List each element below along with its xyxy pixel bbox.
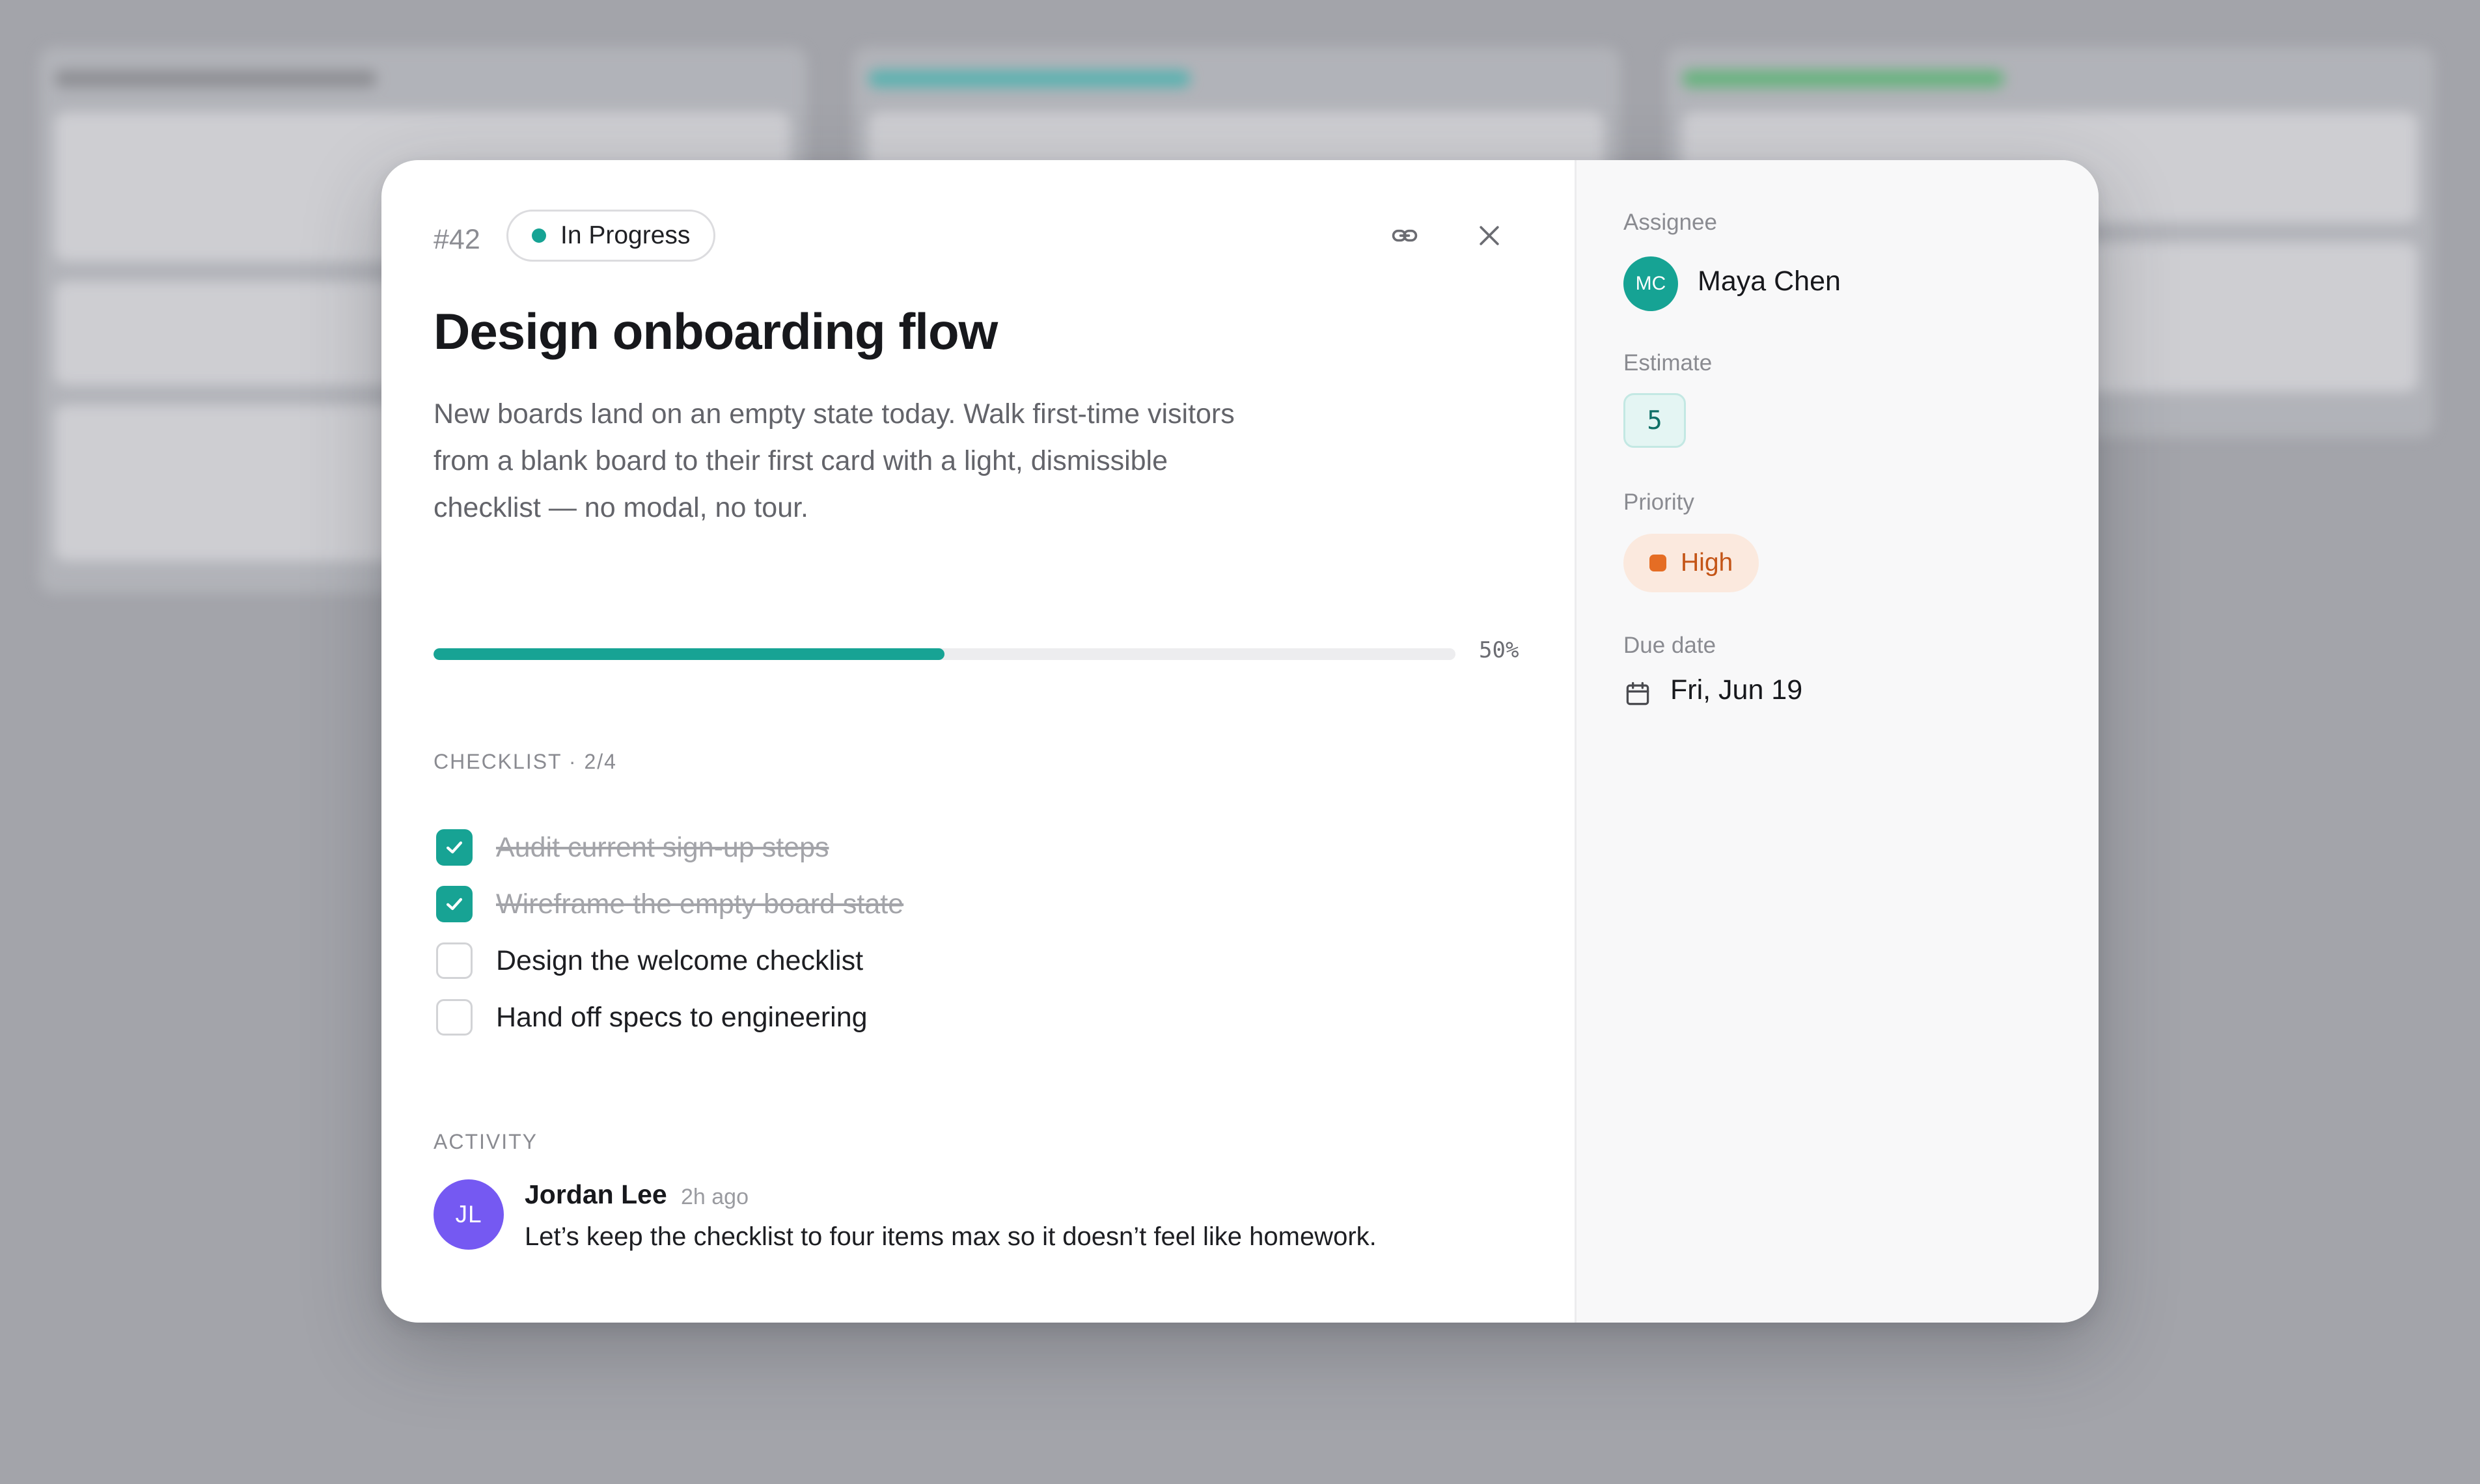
copy-link-button[interactable] xyxy=(1381,212,1428,259)
checklist-progress-fill xyxy=(434,648,944,660)
priority-badge[interactable]: High xyxy=(1623,534,1759,592)
link-icon xyxy=(1392,229,1418,242)
card-properties-panel: Assignee MC Maya Chen Estimate 5 Priorit… xyxy=(1575,160,2099,1323)
column-header-bar xyxy=(55,70,377,87)
status-badge[interactable]: In Progress xyxy=(506,210,716,262)
column-header-bar xyxy=(1682,70,2004,87)
avatar[interactable]: JL xyxy=(434,1179,504,1250)
status-dot-icon xyxy=(532,228,546,243)
activity-header: ACTIVITY xyxy=(434,1130,538,1153)
assignee-label: Assignee xyxy=(1623,210,1717,235)
checklist-item-label: Design the welcome checklist xyxy=(496,944,864,976)
estimate-label: Estimate xyxy=(1623,350,1713,376)
checklist-item[interactable]: Wireframe the empty board state xyxy=(436,885,903,924)
checklist-item[interactable]: Audit current sign-up steps xyxy=(436,828,829,867)
ticket-id: #42 xyxy=(434,224,480,255)
checklist-item-label: Hand off specs to engineering xyxy=(496,1001,868,1033)
checklist-progress-label: 50% xyxy=(1479,637,1519,663)
priority-label: Priority xyxy=(1623,489,1694,515)
comment-author: Jordan Lee xyxy=(525,1179,667,1209)
comment-timestamp: 2h ago xyxy=(681,1185,749,1209)
close-button[interactable] xyxy=(1466,212,1513,259)
estimate-value[interactable]: 5 xyxy=(1623,393,1686,448)
checklist-item[interactable]: Hand off specs to engineering xyxy=(436,998,868,1037)
close-icon xyxy=(1480,226,1499,245)
comment-text: Let’s keep the checklist to four items m… xyxy=(525,1222,1377,1251)
card-description[interactable]: New boards land on an empty state today.… xyxy=(434,391,1254,531)
priority-dot-icon xyxy=(1649,555,1666,571)
checklist-checkbox[interactable] xyxy=(436,999,473,1036)
due-date-label: Due date xyxy=(1623,633,1716,658)
checklist-checkbox[interactable] xyxy=(436,829,473,866)
checklist-item[interactable]: Design the welcome checklist xyxy=(436,941,863,980)
column-header-bar xyxy=(868,70,1191,87)
due-date-value[interactable]: Fri, Jun 19 xyxy=(1670,674,1802,706)
priority-value: High xyxy=(1681,549,1733,577)
check-icon xyxy=(446,841,463,854)
status-label: In Progress xyxy=(560,221,691,249)
checklist-header: CHECKLIST · 2/4 xyxy=(434,750,617,773)
checklist-item-label: Audit current sign-up steps xyxy=(496,831,829,863)
card-main-panel: #42 In Progress Design onboarding flow N… xyxy=(381,160,1575,1323)
assignee-name[interactable]: Maya Chen xyxy=(1698,266,1841,297)
checklist-progress-bar xyxy=(434,648,1455,660)
avatar[interactable]: MC xyxy=(1623,256,1678,311)
checklist-checkbox[interactable] xyxy=(436,942,473,979)
calendar-icon xyxy=(1626,681,1649,706)
checklist-checkbox[interactable] xyxy=(436,886,473,922)
checklist-item-label: Wireframe the empty board state xyxy=(496,888,904,920)
card-detail-modal: #42 In Progress Design onboarding flow N… xyxy=(381,160,2099,1323)
card-title[interactable]: Design onboarding flow xyxy=(434,302,998,361)
check-icon xyxy=(446,898,463,911)
